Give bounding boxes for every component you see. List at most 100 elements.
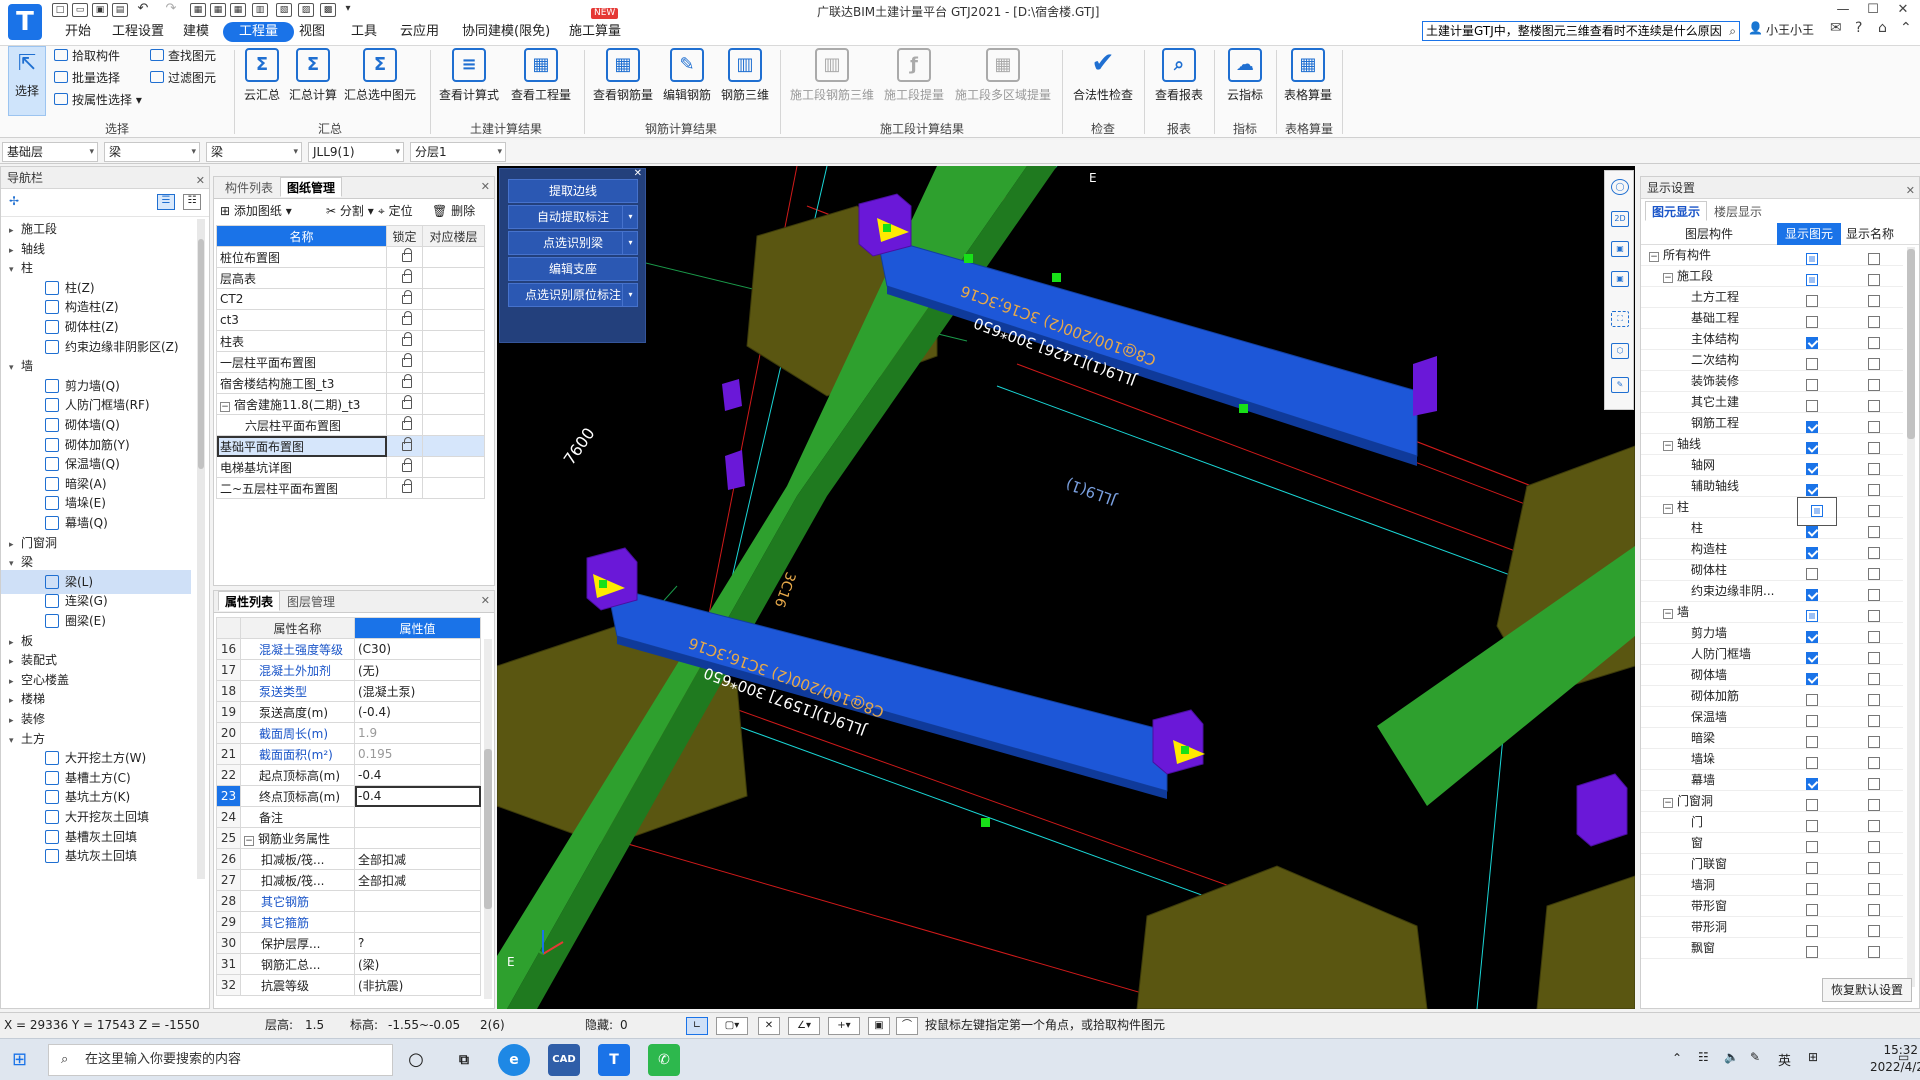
property-value[interactable]: (非抗震) [354, 974, 481, 996]
display-layer-row[interactable]: 主体结构 [1641, 329, 1903, 350]
display-layer-row[interactable]: 带形洞 [1641, 917, 1903, 938]
property-value[interactable]: 全部扣减 [354, 848, 481, 870]
display-layer-row[interactable]: 砌体柱 [1641, 560, 1903, 581]
property-row[interactable]: 32 抗震等级 (非抗震) [216, 974, 481, 996]
column-cap-right[interactable] [1413, 356, 1437, 416]
property-row[interactable]: 21 截面面积(m²) 0.195 [216, 743, 481, 765]
drawing-row[interactable]: ct3 [216, 309, 485, 331]
display-layer-row[interactable]: 墙垛 [1641, 749, 1903, 770]
grip-point[interactable] [981, 818, 990, 827]
reset-default-button[interactable]: 恢复默认设置 [1822, 978, 1912, 1002]
checkbox[interactable] [1806, 946, 1818, 958]
nav-scrollbar-thumb[interactable] [198, 239, 204, 469]
arc-tool-icon[interactable]: ⌒ [896, 1017, 918, 1035]
lock-cell[interactable] [386, 267, 423, 289]
checkbox[interactable] [1806, 463, 1818, 475]
property-value[interactable]: -0.4 [354, 764, 481, 786]
property-row[interactable]: 26 扣减板/筏... 全部扣减 [216, 848, 481, 870]
notes-icon[interactable]: ✎ [1611, 377, 1629, 393]
checkbox[interactable] [1806, 862, 1818, 874]
checkbox[interactable] [1868, 253, 1880, 265]
menu-project-settings[interactable]: 工程设置 [106, 22, 170, 42]
maximize-icon[interactable]: ☐ [1858, 2, 1888, 20]
stage-rebar-3d-button[interactable]: ▥ 施工段钢筋三维 [786, 46, 878, 118]
checkbox[interactable] [1806, 904, 1818, 916]
floor-cell[interactable] [422, 414, 485, 436]
checkbox[interactable] [1868, 526, 1880, 538]
locate-button[interactable]: ⌖ 定位 [378, 199, 413, 223]
lock-icon[interactable] [402, 332, 412, 346]
find-element-button[interactable]: 查找图元 [150, 46, 216, 66]
list-view-icon[interactable]: ☰ [157, 194, 175, 210]
checkbox[interactable] [1806, 610, 1818, 622]
col-locked[interactable]: 锁定 [386, 225, 423, 247]
drawing-name-cell[interactable]: CT2 [216, 288, 387, 310]
checkbox[interactable] [1868, 841, 1880, 853]
checkbox[interactable] [1806, 400, 1818, 412]
property-row[interactable]: 23 终点顶标高(m) -0.4 [216, 785, 481, 807]
checkbox[interactable] [1806, 736, 1818, 748]
checkbox[interactable] [1806, 631, 1818, 643]
floor-cell[interactable] [422, 435, 485, 457]
collapse-toggle-icon[interactable]: − [220, 401, 230, 412]
property-row[interactable]: 16 混凝土强度等级 (C30) [216, 638, 481, 660]
checkbox[interactable] [1868, 568, 1880, 580]
display-settings-icon[interactable]: ⬡ [1611, 343, 1629, 359]
tab-property-list[interactable]: 属性列表 [218, 591, 281, 611]
checkbox[interactable] [1806, 379, 1818, 391]
drawing-name-cell[interactable]: ct3 [216, 309, 387, 331]
select-by-attribute-button[interactable]: 按属性选择 ▾ [54, 90, 142, 110]
type-select[interactable]: 梁 ▾ [206, 142, 302, 162]
checkbox[interactable] [1868, 673, 1880, 685]
batch-select-button[interactable]: 批量选择 [54, 68, 120, 88]
property-value[interactable] [354, 827, 481, 849]
property-value[interactable]: 0.195 [354, 743, 481, 765]
3d-model-canvas[interactable]: 7600 JLL9(1)[1426] 300*650 C8@100/200(2)… [497, 166, 1635, 1009]
drawing-name-cell[interactable]: 层高表 [216, 267, 387, 289]
identify-menu-item[interactable]: 点选识别原位标注 ▾ [508, 283, 638, 307]
drawing-row[interactable]: 层高表 [216, 267, 485, 289]
floor-cell[interactable] [422, 477, 485, 499]
nav-item[interactable]: 基坑灰土回填 [1, 844, 191, 868]
display-layer-row[interactable]: 轴网 [1641, 455, 1903, 476]
import-icon[interactable]: ▧ [276, 3, 292, 17]
display-layer-row[interactable]: 保温墙 [1641, 707, 1903, 728]
property-value[interactable]: (无) [354, 659, 481, 681]
filter-element-button[interactable]: 过滤图元 [150, 68, 216, 88]
collapse-toggle-icon[interactable]: − [1663, 798, 1673, 808]
checkbox[interactable] [1868, 274, 1880, 286]
display-layer-row[interactable]: 飘窗 [1641, 938, 1903, 959]
checkbox[interactable] [1806, 841, 1818, 853]
drawing-row[interactable]: 电梯基坑详图 [216, 456, 485, 478]
lock-icon[interactable] [402, 395, 412, 409]
search-icon[interactable]: ⌕ [1729, 22, 1736, 40]
display-layer-row[interactable]: 辅助轴线 [1641, 476, 1903, 497]
checkbox[interactable] [1806, 568, 1818, 580]
display-layer-row[interactable]: − 门窗洞 [1641, 791, 1903, 812]
col-floor[interactable]: 对应楼层 [422, 225, 485, 247]
pick-component-button[interactable]: 拾取构件 [54, 46, 120, 66]
checkbox[interactable] [1868, 358, 1880, 370]
collapse-toggle-icon[interactable]: − [1663, 441, 1673, 451]
checkbox[interactable] [1868, 442, 1880, 454]
menu-view[interactable]: 视图 [293, 22, 331, 42]
print-icon[interactable]: ▩ [320, 3, 336, 17]
collapse-toggle-icon[interactable]: − [244, 835, 254, 846]
stage-multi-area-button[interactable]: ▦ 施工段多区域提量 [950, 46, 1056, 118]
view-2d-icon[interactable]: 2D [1611, 211, 1629, 227]
pen-tray-icon[interactable]: ✎ [1750, 1050, 1760, 1064]
close-icon[interactable]: ✕ [634, 168, 642, 179]
lock-cell[interactable] [386, 246, 423, 268]
taskbar-search-input[interactable]: ⌕ 在这里输入你要搜索的内容 [48, 1044, 393, 1076]
tray-chevron-icon[interactable]: ⌃ [1672, 1051, 1682, 1065]
view-report-button[interactable]: ⌕ 查看报表 [1150, 46, 1208, 118]
display-layer-row[interactable]: 人防门框墙 [1641, 644, 1903, 665]
checkbox[interactable] [1806, 715, 1818, 727]
lock-icon[interactable] [402, 374, 412, 388]
checkbox[interactable] [1806, 589, 1818, 601]
checkbox[interactable] [1806, 925, 1818, 937]
property-row[interactable]: 27 扣减板/筏... 全部扣减 [216, 869, 481, 891]
property-row[interactable]: 22 起点顶标高(m) -0.4 [216, 764, 481, 786]
new-file-icon[interactable]: □ [52, 3, 68, 17]
cad-app-icon[interactable]: CAD [548, 1044, 580, 1076]
